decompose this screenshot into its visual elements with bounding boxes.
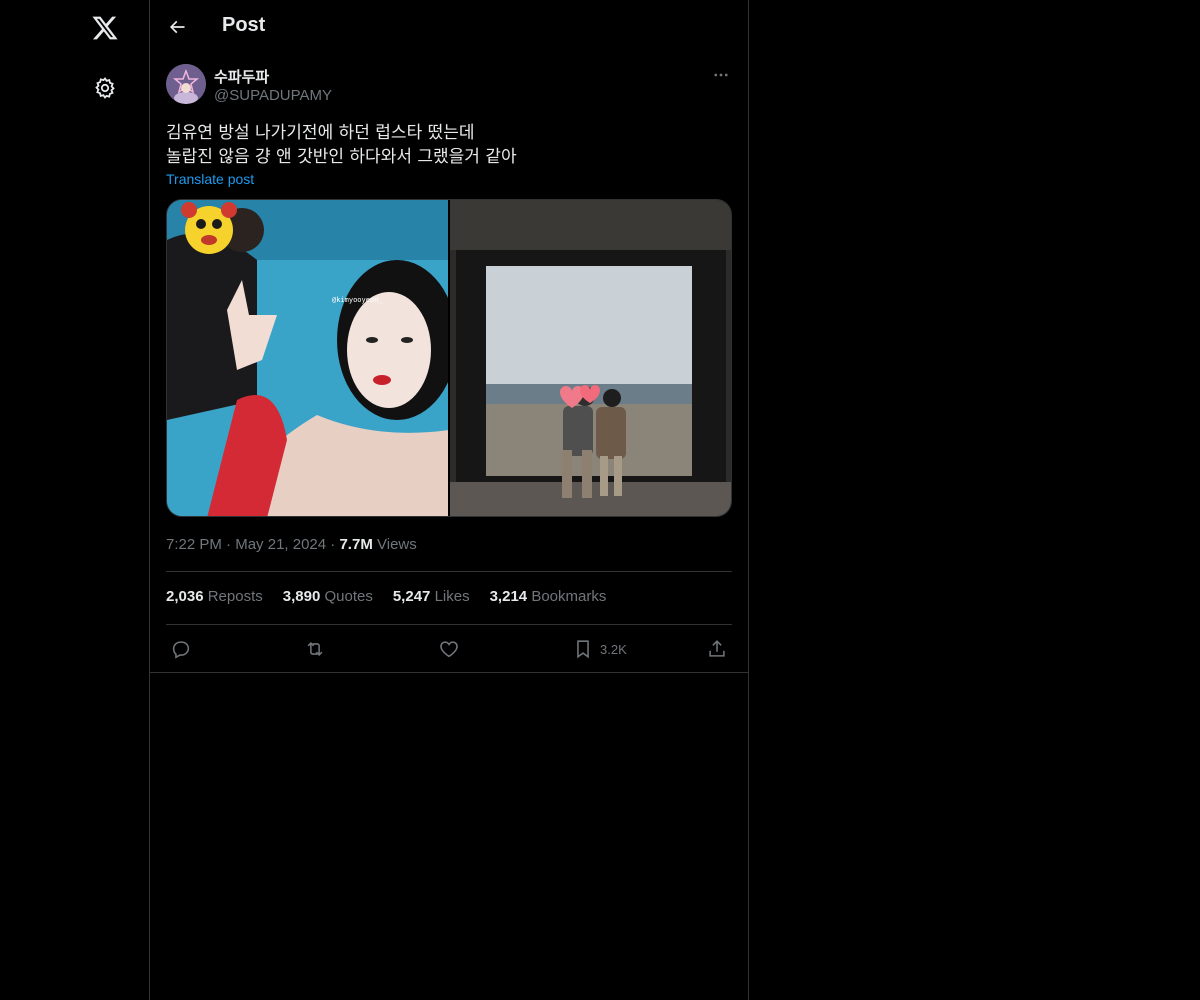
x-logo-icon[interactable] xyxy=(90,13,120,43)
post-photo-2[interactable] xyxy=(450,200,731,516)
repost-button[interactable] xyxy=(304,638,326,660)
photo-watermark: @kimyooyeon_ xyxy=(332,296,383,304)
divider xyxy=(166,571,732,572)
post-date[interactable]: May 21, 2024 xyxy=(235,536,326,553)
author-display-name[interactable]: 수파두파 xyxy=(214,66,269,87)
post-text-line: 김유연 방설 나가기전에 하던 럽스타 떴는데 xyxy=(166,123,475,143)
reply-icon xyxy=(172,641,190,659)
back-button[interactable] xyxy=(164,14,190,40)
post-timestamp-views: 7:22 PM · May 21, 2024 · 7.7M Views xyxy=(166,536,417,553)
more-options-button[interactable] xyxy=(710,64,732,86)
meta-separator: · xyxy=(226,536,236,553)
engagement-stats: 2,036 Reposts 3,890 Quotes 5,247 Likes 3… xyxy=(166,588,606,605)
page-header: Post xyxy=(150,0,748,54)
divider xyxy=(166,624,732,625)
post-author: 수파두파 @SUPADUPAMY xyxy=(166,64,732,106)
like-button[interactable] xyxy=(438,638,460,660)
share-icon xyxy=(709,640,725,657)
stat-quotes[interactable]: 3,890 Quotes xyxy=(283,588,373,605)
post-detail: 수파두파 @SUPADUPAMY 김유연 방설 나가기전에 하던 럽스타 떴는데… xyxy=(166,64,732,659)
more-dots-icon xyxy=(714,73,728,77)
post-media-grid: @kimyooyeon_ xyxy=(166,199,732,517)
stat-bookmarks[interactable]: 3,214 Bookmarks xyxy=(490,588,607,605)
gear-icon[interactable] xyxy=(92,75,118,101)
stat-reposts[interactable]: 2,036 Reposts xyxy=(166,588,263,605)
post-photo-1[interactable]: @kimyooyeon_ xyxy=(167,200,448,516)
bookmark-icon xyxy=(577,640,589,659)
arrow-left-icon xyxy=(169,20,185,34)
avatar[interactable] xyxy=(166,64,206,104)
heart-icon xyxy=(440,641,458,658)
divider xyxy=(150,672,748,673)
stat-likes[interactable]: 5,247 Likes xyxy=(393,588,470,605)
post-action-bar: 3.2K xyxy=(166,636,732,666)
views-count: 7.7M xyxy=(339,536,373,553)
page-title: Post xyxy=(222,14,266,36)
post-time[interactable]: 7:22 PM xyxy=(166,536,222,553)
translate-post-link[interactable]: Translate post xyxy=(166,171,254,187)
post-text: 김유연 방설 나가기전에 하던 럽스타 떴는데 놀랍진 않음 걍 앤 갓반인 하… xyxy=(166,121,732,169)
views-label: Views xyxy=(377,536,417,553)
author-handle[interactable]: @SUPADUPAMY xyxy=(214,87,332,104)
left-nav-rail xyxy=(0,0,150,1000)
bookmark-count: 3.2K xyxy=(600,641,627,657)
repost-icon xyxy=(307,641,323,657)
share-button[interactable] xyxy=(706,638,728,660)
main-column: Post 수파두파 @SUPADUPAMY 김유연 방설 나가기전에 하던 럽스… xyxy=(149,0,749,1000)
reply-button[interactable] xyxy=(170,638,192,660)
bookmark-button[interactable]: 3.2K xyxy=(572,638,627,660)
post-text-line: 놀랍진 않음 걍 앤 갓반인 하다와서 그랬을거 같아 xyxy=(166,147,517,167)
